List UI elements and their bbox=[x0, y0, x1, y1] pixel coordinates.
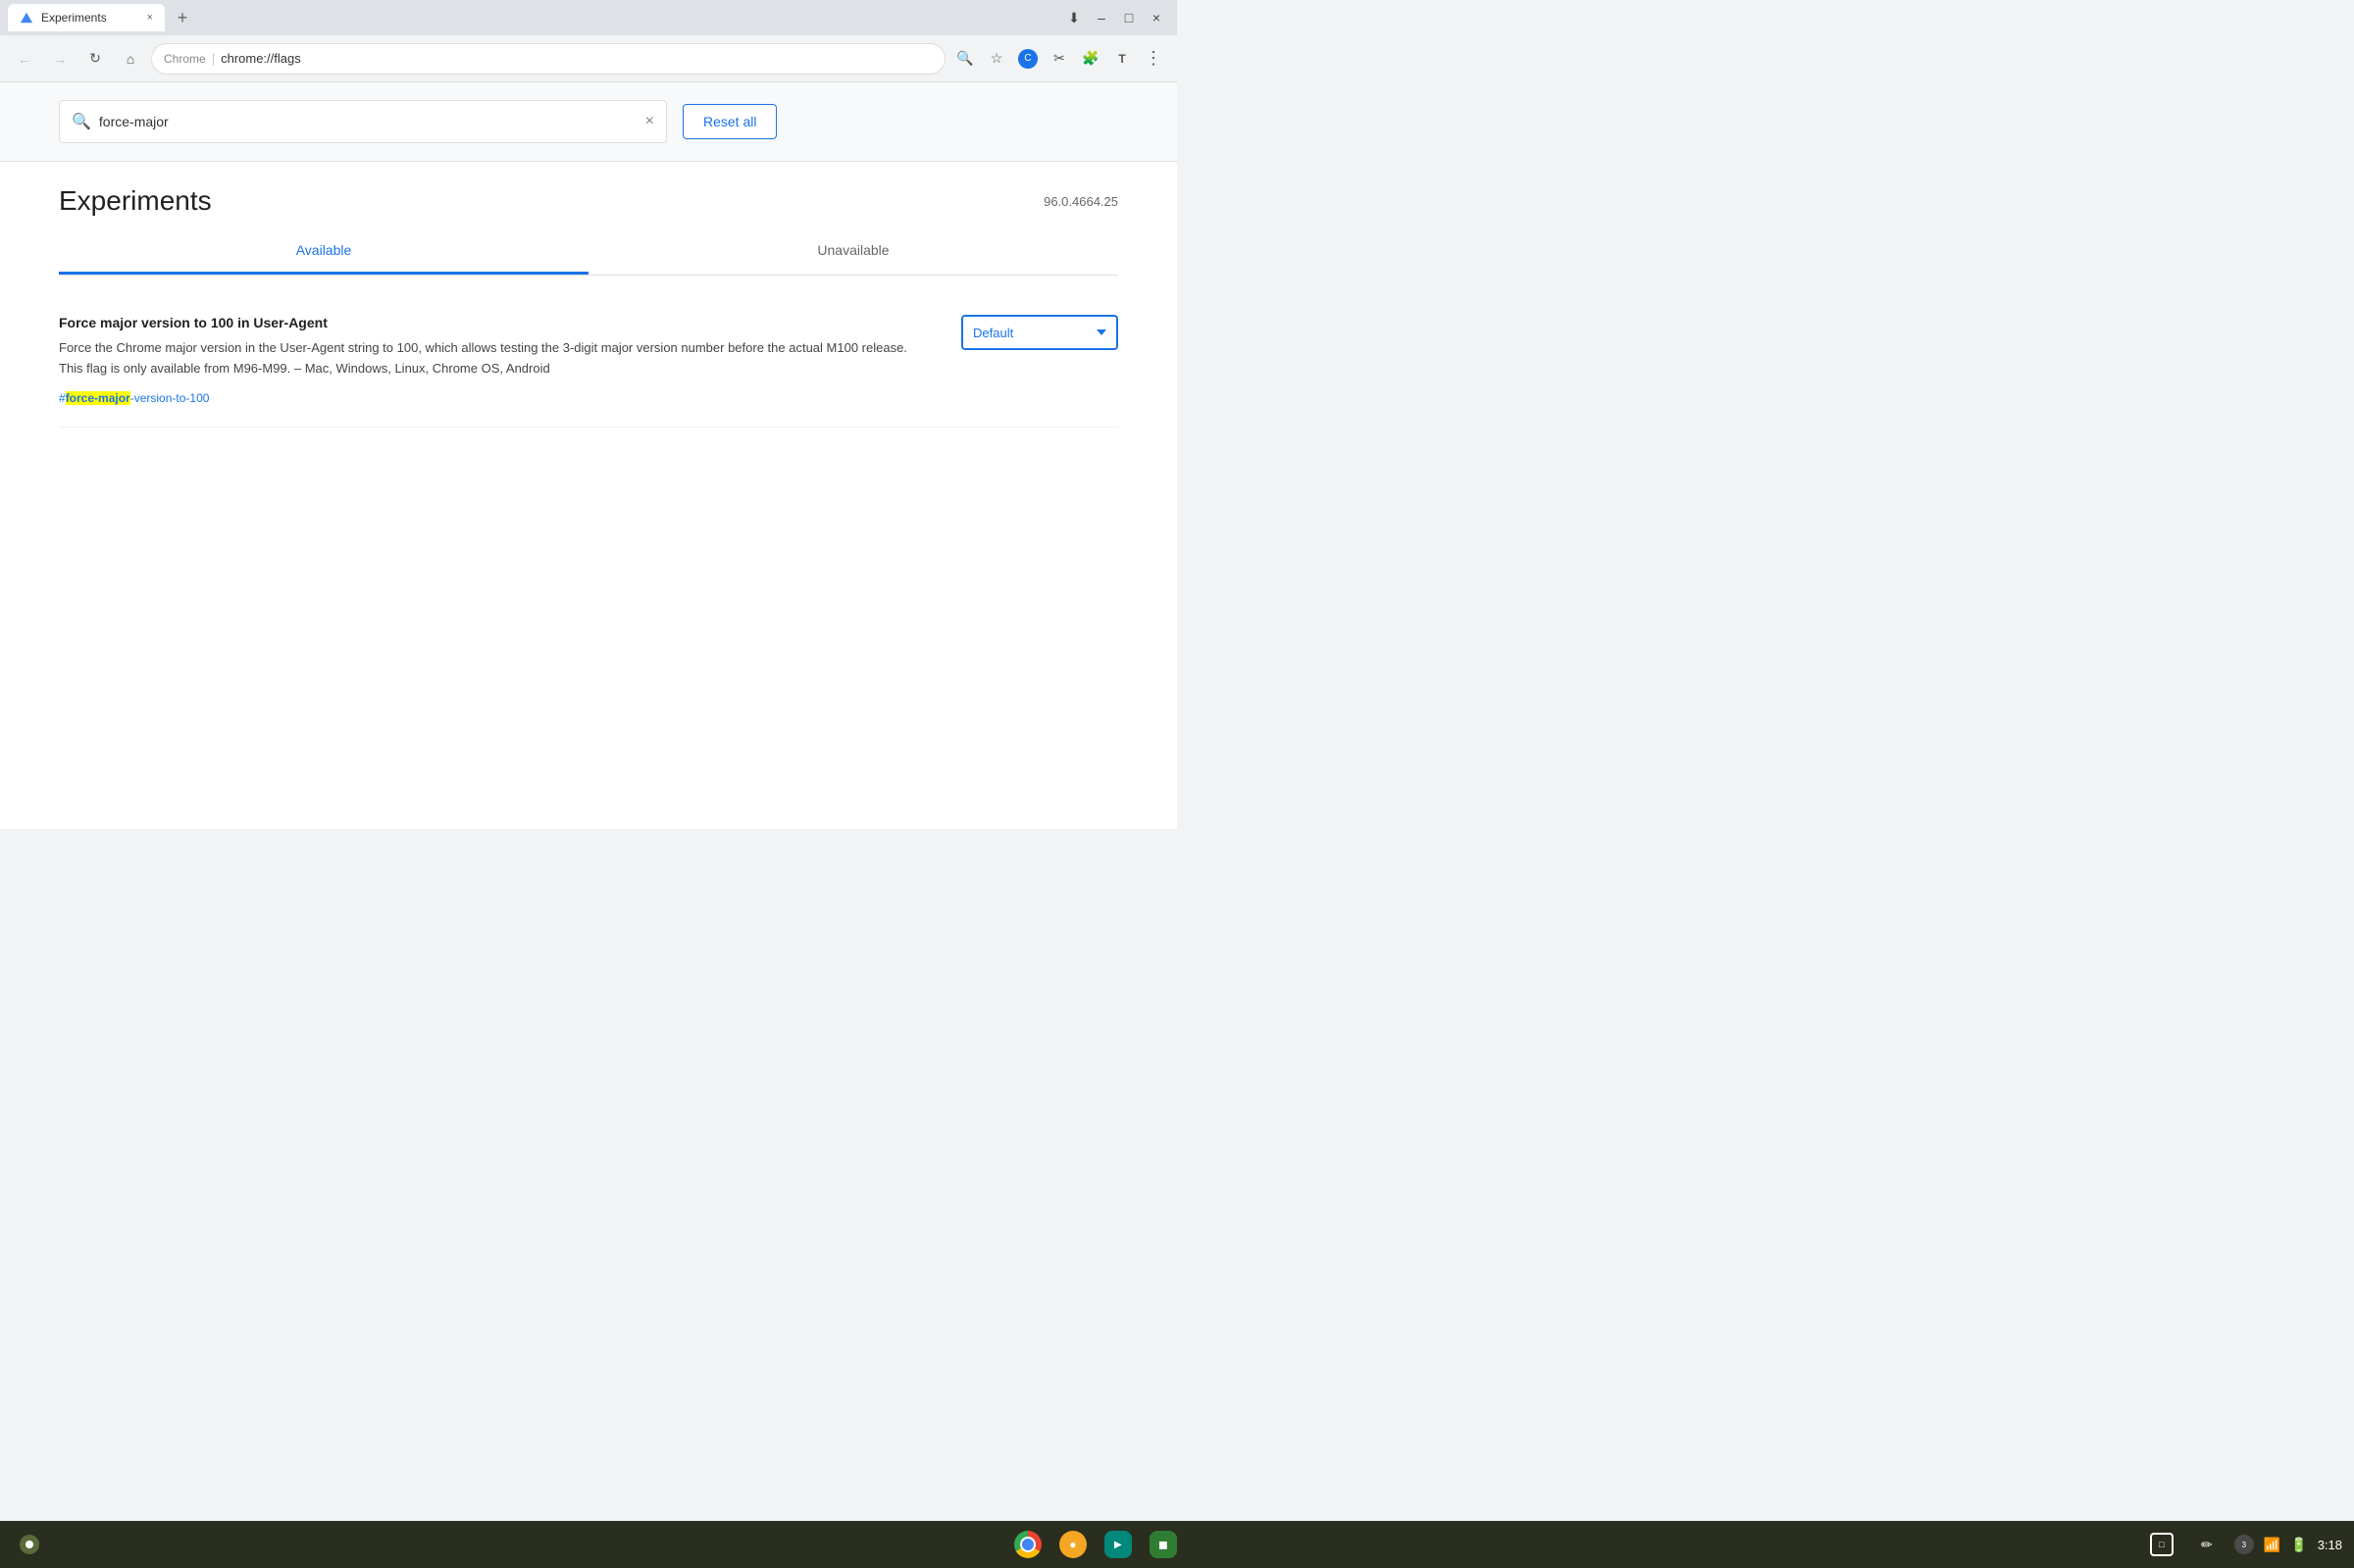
version-text: 96.0.4664.25 bbox=[1044, 194, 1118, 209]
back-button[interactable]: ← bbox=[10, 44, 39, 74]
search-clear-button[interactable]: × bbox=[645, 113, 654, 130]
flag-description: Force the Chrome major version in the Us… bbox=[59, 338, 922, 379]
addressbar: ← → ↻ ⌂ Chrome | chrome://flags 🔍 ☆ C ✂ … bbox=[0, 35, 1177, 82]
search-input[interactable] bbox=[99, 114, 638, 129]
home-button[interactable]: ⌂ bbox=[116, 44, 145, 74]
menu-icon[interactable]: ⋮ bbox=[1140, 45, 1167, 73]
flag-link-highlight: force-major bbox=[66, 391, 130, 405]
taskbar-time: 3:18 bbox=[2318, 1538, 2342, 1552]
taskbar-right: □ ✏ 3 📶 🔋 3:18 bbox=[2144, 1527, 2342, 1562]
main-content: Experiments 96.0.4664.25 Available Unava… bbox=[0, 162, 1177, 829]
taskbar-status-dot bbox=[12, 1527, 47, 1562]
search-toolbar-icon[interactable]: 🔍 bbox=[951, 45, 979, 73]
scissors-icon[interactable]: ✂ bbox=[1046, 45, 1073, 73]
new-tab-button[interactable]: + bbox=[169, 4, 196, 31]
tab-available[interactable]: Available bbox=[59, 228, 588, 275]
taskbar-meet-icon[interactable]: ▶ bbox=[1100, 1527, 1136, 1562]
taskbar-chrome-icon[interactable] bbox=[1010, 1527, 1046, 1562]
address-bar[interactable]: Chrome | chrome://flags bbox=[151, 43, 946, 75]
minimize-button[interactable]: – bbox=[1089, 5, 1114, 30]
tab-favicon bbox=[20, 11, 33, 25]
taskbar-status-number: 3 bbox=[2234, 1535, 2254, 1554]
search-icon: 🔍 bbox=[72, 112, 91, 131]
profile-icon[interactable]: C bbox=[1014, 45, 1042, 73]
flag-title: Force major version to 100 in User-Agent bbox=[59, 315, 922, 330]
extensions-icon[interactable]: 🧩 bbox=[1077, 45, 1104, 73]
taskbar-wifi-icon: 📶 bbox=[2264, 1537, 2280, 1553]
address-url: chrome://flags bbox=[221, 51, 301, 66]
tab-close-button[interactable]: × bbox=[147, 12, 153, 24]
active-tab[interactable]: Experiments × bbox=[8, 4, 165, 31]
titlebar-right: ⬇ – □ × bbox=[1061, 5, 1169, 30]
taskbar-screenshot-icon[interactable]: □ bbox=[2144, 1527, 2179, 1562]
taskbar-center: ● ▶ ◼ bbox=[1010, 1527, 1181, 1562]
flag-item: Force major version to 100 in User-Agent… bbox=[59, 295, 1118, 428]
titlebar: Experiments × + ⬇ – □ × bbox=[0, 0, 1177, 35]
address-separator: | bbox=[212, 51, 215, 66]
address-scheme: Chrome bbox=[164, 52, 206, 66]
download-icon[interactable]: ⬇ bbox=[1061, 5, 1087, 30]
tab-unavailable[interactable]: Unavailable bbox=[588, 228, 1118, 275]
taskbar-left bbox=[12, 1527, 47, 1562]
taskbar-green-app[interactable]: ◼ bbox=[1146, 1527, 1181, 1562]
page-title: Experiments bbox=[59, 185, 212, 217]
tab-title: Experiments bbox=[41, 11, 107, 25]
flag-control: Default Enabled Disabled bbox=[961, 315, 1118, 350]
flag-link-rest: -version-to-100 bbox=[130, 391, 210, 405]
flags-list: Force major version to 100 in User-Agent… bbox=[59, 295, 1118, 428]
meet-icon: ▶ bbox=[1104, 1531, 1132, 1558]
tabs: Available Unavailable bbox=[59, 228, 1118, 276]
page-header: Experiments 96.0.4664.25 bbox=[59, 162, 1118, 228]
reset-all-button[interactable]: Reset all bbox=[683, 104, 777, 139]
bookmark-icon[interactable]: ☆ bbox=[983, 45, 1010, 73]
taskbar: ● ▶ ◼ □ ✏ 3 📶 🔋 3:18 bbox=[0, 1521, 2354, 1568]
taskbar-battery-icon: 🔋 bbox=[2290, 1537, 2307, 1553]
titlebar-left: Experiments × + bbox=[8, 4, 196, 31]
green-app-icon: ◼ bbox=[1150, 1531, 1177, 1558]
taskbar-yellow-app[interactable]: ● bbox=[1055, 1527, 1091, 1562]
translate-icon[interactable]: T bbox=[1108, 45, 1136, 73]
flag-link[interactable]: #force-major-version-to-100 bbox=[59, 391, 209, 405]
flag-select[interactable]: Default Enabled Disabled bbox=[961, 315, 1118, 350]
search-area: 🔍 × Reset all bbox=[0, 82, 1177, 162]
maximize-button[interactable]: □ bbox=[1116, 5, 1142, 30]
flag-content: Force major version to 100 in User-Agent… bbox=[59, 315, 922, 407]
taskbar-pencil-icon[interactable]: ✏ bbox=[2189, 1527, 2225, 1562]
reload-button[interactable]: ↻ bbox=[80, 44, 110, 74]
close-button[interactable]: × bbox=[1144, 5, 1169, 30]
forward-button[interactable]: → bbox=[45, 44, 75, 74]
yellow-app-icon: ● bbox=[1059, 1531, 1087, 1558]
toolbar-icons: 🔍 ☆ C ✂ 🧩 T ⋮ bbox=[951, 45, 1167, 73]
flag-link-prefix: # bbox=[59, 391, 66, 405]
search-box[interactable]: 🔍 × bbox=[59, 100, 667, 143]
